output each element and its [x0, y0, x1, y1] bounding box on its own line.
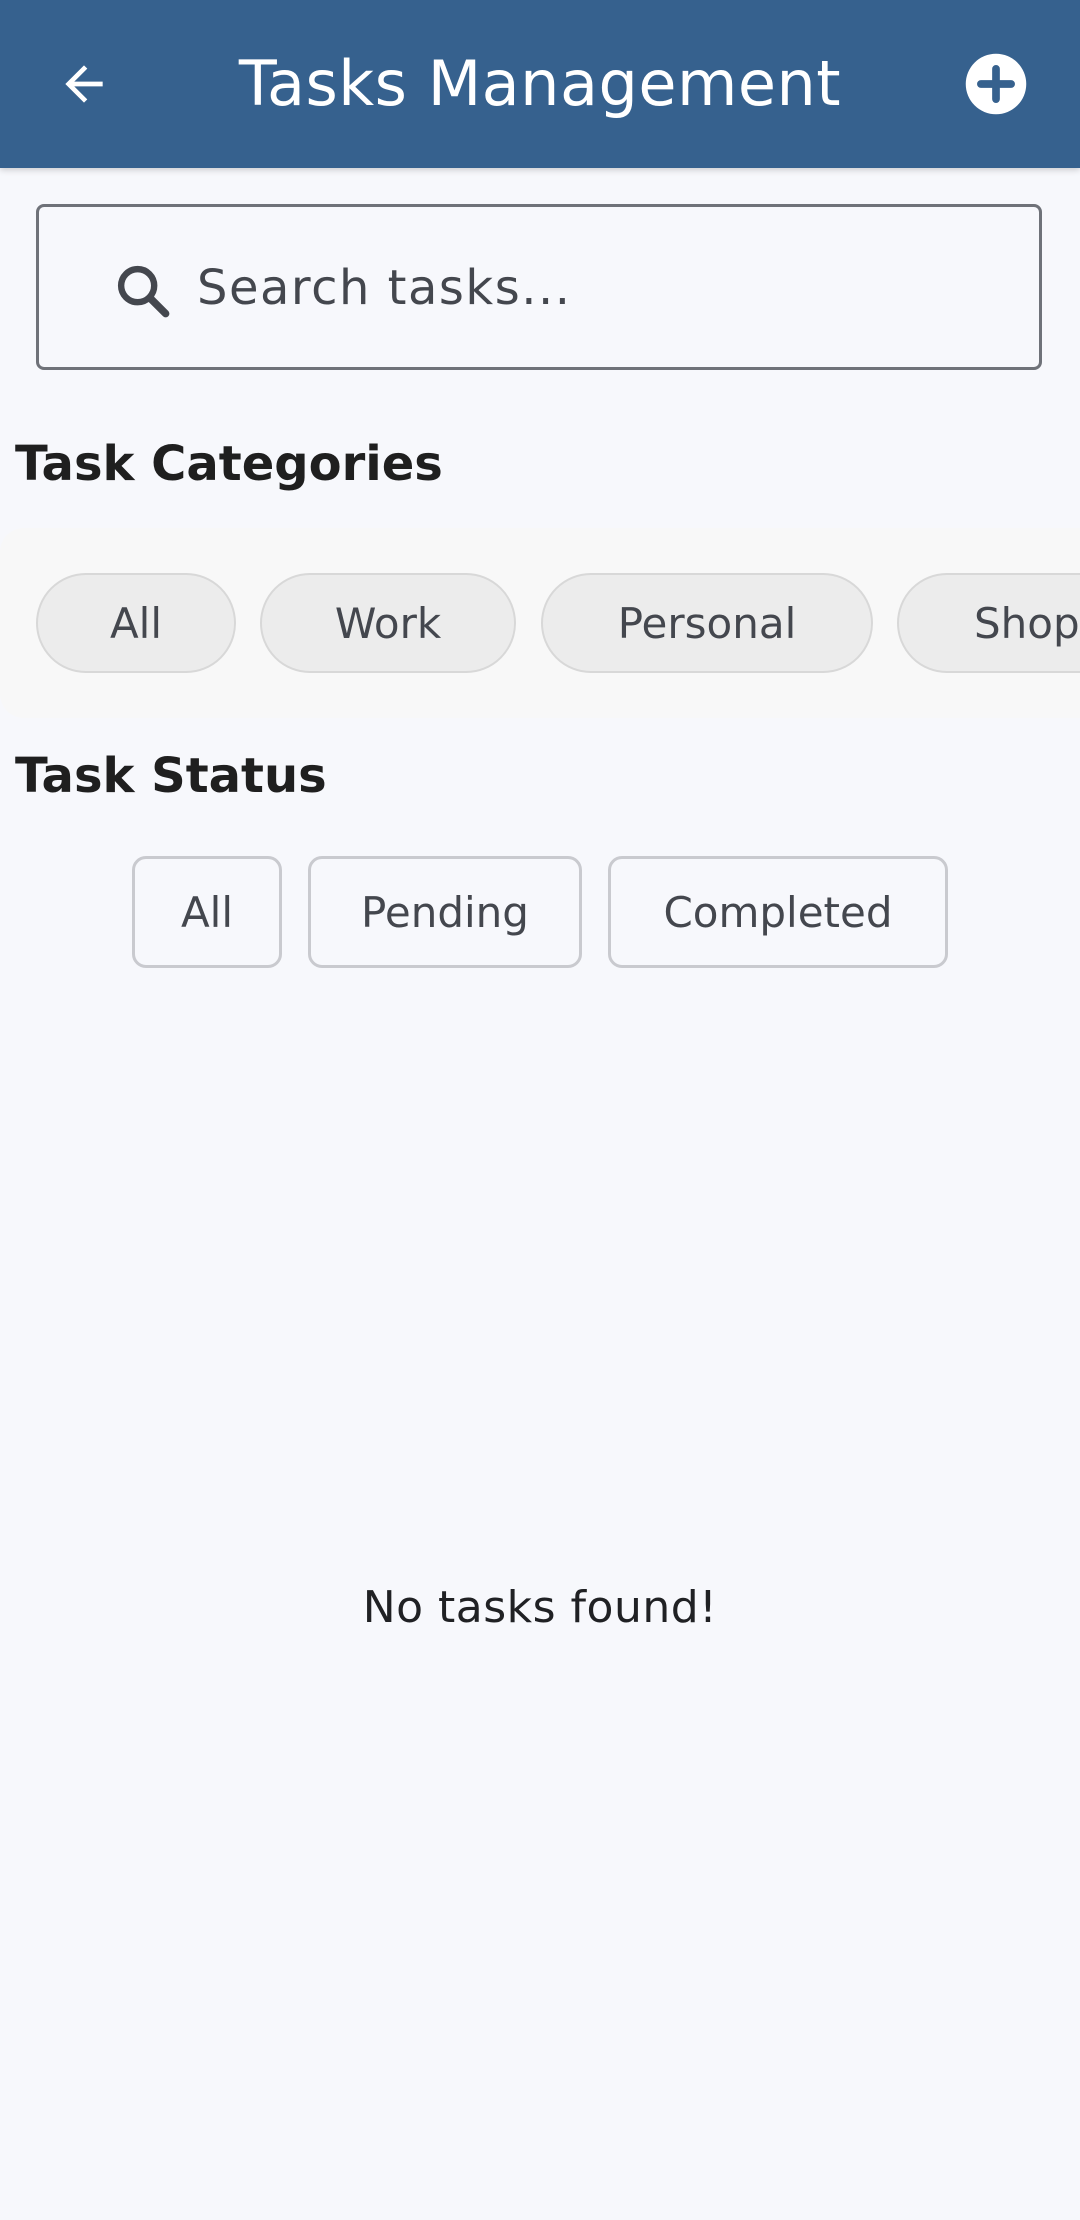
app-bar: Tasks Management	[0, 0, 1080, 168]
task-categories-heading: Task Categories	[15, 436, 443, 492]
status-chip-all[interactable]: All	[132, 856, 282, 968]
category-chip-all[interactable]: All	[36, 573, 236, 673]
category-chip-personal[interactable]: Personal	[541, 573, 873, 673]
add-circle-icon	[965, 53, 1027, 115]
search-input[interactable]	[195, 237, 999, 339]
category-chip-row[interactable]: All Work Personal Shop	[0, 528, 1080, 718]
empty-state-message: No tasks found!	[362, 1582, 718, 1633]
page-title: Tasks Management	[238, 47, 842, 120]
search-field[interactable]	[36, 204, 1042, 370]
search-icon	[117, 265, 170, 318]
add-task-button[interactable]	[954, 42, 1038, 126]
task-status-heading: Task Status	[15, 748, 327, 804]
status-chip-pending[interactable]: Pending	[308, 856, 582, 968]
status-chip-completed[interactable]: Completed	[608, 856, 948, 968]
category-chip-shopping[interactable]: Shop	[897, 573, 1080, 673]
category-chip-work[interactable]: Work	[260, 573, 516, 673]
